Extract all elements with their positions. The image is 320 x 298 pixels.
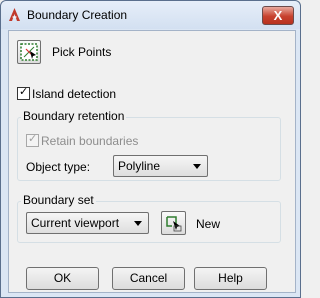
checkmark-icon: ✓ [28,133,38,145]
chevron-down-icon [134,221,142,226]
island-detection-label[interactable]: Island detection [32,87,116,101]
checkmark-icon: ✓ [19,86,29,98]
pick-points-icon [20,43,38,61]
close-icon: X [273,8,283,23]
select-new-boundary-set-button[interactable] [161,211,186,235]
new-boundary-set-label: New [196,217,221,231]
close-button[interactable]: X [262,6,294,25]
retain-boundaries-label[interactable]: Retain boundaries [41,134,138,148]
object-type-value: Polyline [118,159,161,173]
dialog-window: Boundary Creation X Pick Points ✓ Island… [0,0,301,298]
pick-points-label[interactable]: Pick Points [52,45,111,59]
chevron-down-icon [193,164,201,169]
boundary-set-value: Current viewport [31,216,120,230]
dialog-client-area: Pick Points ✓ Island detection Boundary … [8,30,296,293]
ok-button[interactable]: OK [26,267,99,290]
boundary-set-select[interactable]: Current viewport [26,212,149,234]
pick-points-button[interactable] [17,40,41,64]
object-type-label: Object type: [26,160,91,174]
retain-boundaries-checkbox[interactable]: ✓ [26,133,39,147]
object-type-select[interactable]: Polyline [113,155,208,177]
title-bar[interactable]: Boundary Creation X [1,1,300,29]
island-detection-checkbox[interactable]: ✓ [17,86,30,100]
window-title: Boundary Creation [27,8,128,22]
boundary-retention-title: Boundary retention [21,109,127,123]
select-objects-icon [166,216,182,232]
boundary-set-title: Boundary set [21,193,96,207]
autocad-app-icon [9,8,20,21]
cancel-button[interactable]: Cancel [112,267,185,290]
help-button[interactable]: Help [194,267,267,290]
